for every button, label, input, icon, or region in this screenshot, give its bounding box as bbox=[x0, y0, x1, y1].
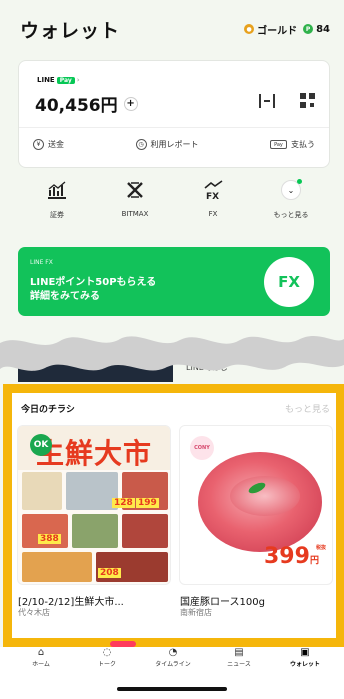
flyer-photo bbox=[122, 514, 168, 548]
send-label: 送金 bbox=[48, 140, 64, 149]
gold-label: ゴールド bbox=[257, 25, 298, 37]
fx-logo-text: FX bbox=[278, 273, 300, 291]
service-bitmax[interactable]: BITMAX bbox=[106, 180, 164, 232]
flyer-price: 199 bbox=[136, 498, 159, 508]
banner-headline: LINEポイント50Pもらえる bbox=[30, 277, 157, 288]
service-more[interactable]: ⌄ もっと見る bbox=[262, 179, 320, 232]
nav-label: ホーム bbox=[32, 661, 50, 668]
usage-report-button[interactable]: ◷ 利用レポート bbox=[135, 139, 199, 150]
nav-label: ウォレット bbox=[289, 661, 320, 668]
torn-edge bbox=[0, 336, 344, 371]
flyer-price: 388 bbox=[38, 534, 61, 544]
balance-amount: 40,456円 + bbox=[35, 91, 138, 116]
bottom-nav: ⌂ ホーム ◌ トーク ◔ タイムライン ▤ ニュース ▣ ウォレット bbox=[0, 641, 344, 699]
service-label: FX bbox=[208, 210, 218, 218]
amount-value: 40,456円 bbox=[35, 96, 118, 116]
timeline-icon: ◔ bbox=[168, 646, 178, 658]
nav-home[interactable]: ⌂ ホーム bbox=[12, 646, 70, 669]
tax-note: 税抜 bbox=[315, 545, 326, 551]
pay-label: 支払う bbox=[291, 140, 315, 149]
nav-wallet[interactable]: ▣ ウォレット bbox=[276, 646, 334, 669]
nav-talk[interactable]: ◌ トーク bbox=[78, 646, 136, 669]
flyer-photo bbox=[72, 514, 118, 548]
flyer-name[interactable]: [2/10-2/12]生鮮大市... bbox=[18, 593, 124, 608]
fx-icon: FX bbox=[202, 180, 224, 200]
cony-badge-icon: CONY bbox=[190, 436, 214, 460]
flyer-photo bbox=[22, 472, 62, 510]
nav-news[interactable]: ▤ ニュース bbox=[210, 646, 268, 669]
clock-icon: ◷ bbox=[135, 139, 147, 150]
points-value: 84 bbox=[316, 23, 330, 35]
flyer-title: 今日のチラシ bbox=[21, 405, 75, 415]
wallet-screen: ウォレット ● ゴールド P 84 LINE Pay › 40,456円 + ¥… bbox=[0, 0, 344, 699]
nav-label: トーク bbox=[97, 661, 116, 668]
flyer-photo bbox=[66, 472, 118, 510]
gold-status[interactable]: ● ゴールド bbox=[244, 22, 297, 37]
header-right: ● ゴールド P 84 bbox=[244, 22, 330, 37]
divider bbox=[19, 127, 329, 128]
scan-icon[interactable] bbox=[259, 94, 275, 108]
pork-photo-highlight bbox=[230, 476, 300, 516]
add-balance-button[interactable]: + bbox=[123, 96, 138, 111]
send-button[interactable]: ¥ 送金 bbox=[33, 139, 64, 150]
chevron-down-icon: ⌄ bbox=[281, 179, 302, 200]
banner-tag: LINE FX bbox=[30, 259, 53, 266]
svg-text:FX: FX bbox=[206, 192, 219, 200]
header: ウォレット ● ゴールド P 84 bbox=[20, 14, 330, 44]
pay-button[interactable]: Pay 支払う bbox=[270, 139, 315, 150]
nav-label: ニュース bbox=[227, 661, 251, 668]
flyer-section: 今日のチラシ もっと見る 生鮮大市 OK 388 208 128 199 CON… bbox=[3, 384, 344, 647]
chart-icon bbox=[47, 180, 67, 200]
nav-items: ⌂ ホーム ◌ トーク ◔ タイムライン ▤ ニュース ▣ ウォレット bbox=[12, 646, 334, 669]
flyer-headline: 生鮮大市 bbox=[36, 437, 153, 470]
yen-icon: ¥ bbox=[33, 139, 44, 150]
service-label: もっと見る bbox=[273, 211, 309, 219]
balance-actions: ¥ 送金 ◷ 利用レポート Pay 支払う bbox=[19, 139, 329, 150]
services-row: 証券 BITMAX FX FX ⌄ もっと見る bbox=[18, 179, 330, 232]
price-value: 399 bbox=[264, 544, 310, 569]
news-icon: ▤ bbox=[234, 646, 244, 658]
points-icon: P bbox=[303, 24, 314, 34]
service-label: BITMAX bbox=[121, 210, 149, 218]
bitmax-icon bbox=[125, 180, 145, 200]
flyer-more-link[interactable]: もっと見る bbox=[285, 402, 330, 415]
flyer-name[interactable]: 国産豚ロース100g bbox=[180, 593, 265, 608]
usage-report-label: 利用レポート bbox=[150, 140, 199, 149]
ok-icon: OK bbox=[30, 434, 52, 456]
nav-label: タイムライン bbox=[155, 661, 191, 668]
flyer-card-1[interactable]: 生鮮大市 OK 388 208 128 199 bbox=[17, 425, 171, 585]
linepay-text: LINE bbox=[37, 76, 55, 84]
chevron-right-icon: › bbox=[76, 76, 80, 84]
gold-coin-icon: ● bbox=[244, 24, 255, 34]
home-icon: ⌂ bbox=[37, 646, 45, 658]
banner-cta: 詳細をみてみる bbox=[30, 291, 100, 302]
pay-icon: Pay bbox=[270, 140, 287, 149]
chat-icon: ◌ bbox=[102, 646, 112, 658]
flyer-price: 399円 bbox=[264, 544, 319, 569]
pay-badge: Pay bbox=[56, 76, 75, 84]
flyer-store: 南新宿店 bbox=[180, 608, 212, 617]
page-title: ウォレット bbox=[20, 19, 121, 42]
home-indicator bbox=[117, 687, 227, 691]
balance-card[interactable]: LINE Pay › 40,456円 + ¥ 送金 ◷ 利用レポート Pay 支… bbox=[18, 60, 330, 168]
fx-logo-icon: FX bbox=[264, 257, 314, 307]
flyer-photo bbox=[22, 552, 92, 582]
linepay-label[interactable]: LINE Pay › bbox=[37, 76, 80, 84]
flyer-header: 今日のチラシ もっと見る bbox=[21, 402, 330, 415]
flyer-store: 代々木店 bbox=[18, 608, 50, 617]
flyer-price: 128 bbox=[112, 498, 135, 508]
nav-timeline[interactable]: ◔ タイムライン bbox=[144, 646, 202, 669]
line-fx-banner[interactable]: LINE FX LINEポイント50Pもらえる 詳細をみてみる FX bbox=[18, 247, 330, 316]
flyer-price: 208 bbox=[98, 568, 121, 578]
flyer-card-2[interactable]: CONY 399円 税抜 bbox=[179, 425, 333, 585]
service-fx[interactable]: FX FX bbox=[184, 180, 242, 232]
wallet-icon: ▣ bbox=[300, 646, 310, 658]
service-securities[interactable]: 証券 bbox=[28, 180, 86, 232]
service-label: 証券 bbox=[50, 211, 64, 219]
qr-code-icon[interactable] bbox=[300, 93, 315, 108]
price-unit: 円 bbox=[309, 556, 319, 566]
points-status[interactable]: P 84 bbox=[303, 24, 330, 35]
